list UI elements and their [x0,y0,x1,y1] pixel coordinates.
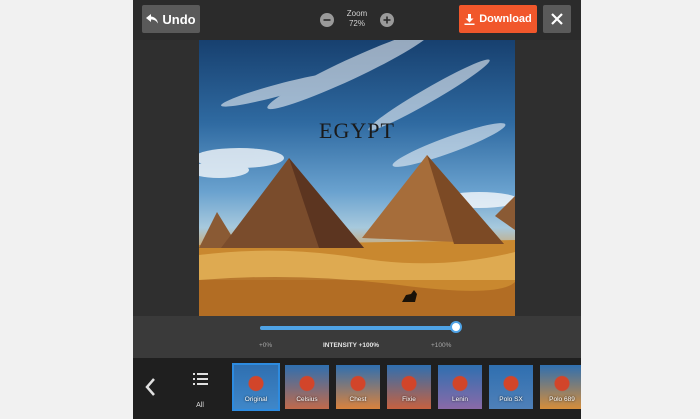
close-button[interactable] [543,5,571,33]
undo-button[interactable]: Undo [142,5,200,33]
zoom-in-button[interactable] [380,13,394,27]
intensity-panel: +0% INTENSITY +100% +100% [133,316,581,358]
filter-thumbnail[interactable]: Celsius [285,365,329,409]
download-label: Download [479,13,532,25]
minus-icon [323,19,331,21]
intensity-min-label: +0% [259,342,273,349]
download-icon [464,13,475,25]
filter-strip: All Original Celsius Chest Fixie Lenin Polo S… [133,358,581,419]
filter-thumbnail[interactable]: Original [232,363,280,411]
zoom-label: Zoom [346,9,368,18]
photo-title-text: EGYPT [319,118,395,143]
intensity-max-label: +100% [431,342,452,349]
filter-label: Celsius [296,396,318,403]
filter-thumbnail[interactable]: Polo 689 [540,365,581,409]
photo-editor: Undo Zoom 72% Download EGYPT +0% INTENSI… [133,0,581,419]
filter-label: Chest [349,396,367,403]
download-button[interactable]: Download [459,5,537,33]
intensity-slider-handle[interactable] [450,321,462,333]
filter-thumbnail[interactable]: Lenin [438,365,482,409]
photo-canvas[interactable]: EGYPT [199,40,515,316]
filter-thumbnail[interactable]: Chest [336,365,380,409]
chevron-left-icon [145,378,155,396]
all-filters-label: All [196,402,204,409]
filter-label: Polo 689 [549,396,575,403]
all-filters-button[interactable]: All [183,368,217,409]
filter-label: Original [244,396,268,403]
zoom-out-button[interactable] [320,13,334,27]
filter-thumbnail[interactable]: Fixie [387,365,431,409]
list-icon [193,373,208,385]
previous-filters-button[interactable] [139,372,163,402]
filter-thumbnail[interactable]: Polo SX [489,365,533,409]
intensity-slider[interactable] [260,321,462,333]
filter-label: Fixie [402,396,416,403]
filter-label: Polo SX [499,396,523,403]
filter-label: Lenin [452,396,468,403]
egypt-pyramids-image [199,40,515,316]
intensity-slider-fill [260,326,456,330]
intensity-label: INTENSITY +100% [323,342,380,349]
zoom-value: 72% [348,19,365,28]
undo-label: Undo [162,11,196,27]
undo-arrow-icon [146,14,159,24]
top-toolbar: Undo Zoom 72% Download [133,0,581,40]
plus-icon [383,16,391,24]
close-icon [551,13,563,25]
